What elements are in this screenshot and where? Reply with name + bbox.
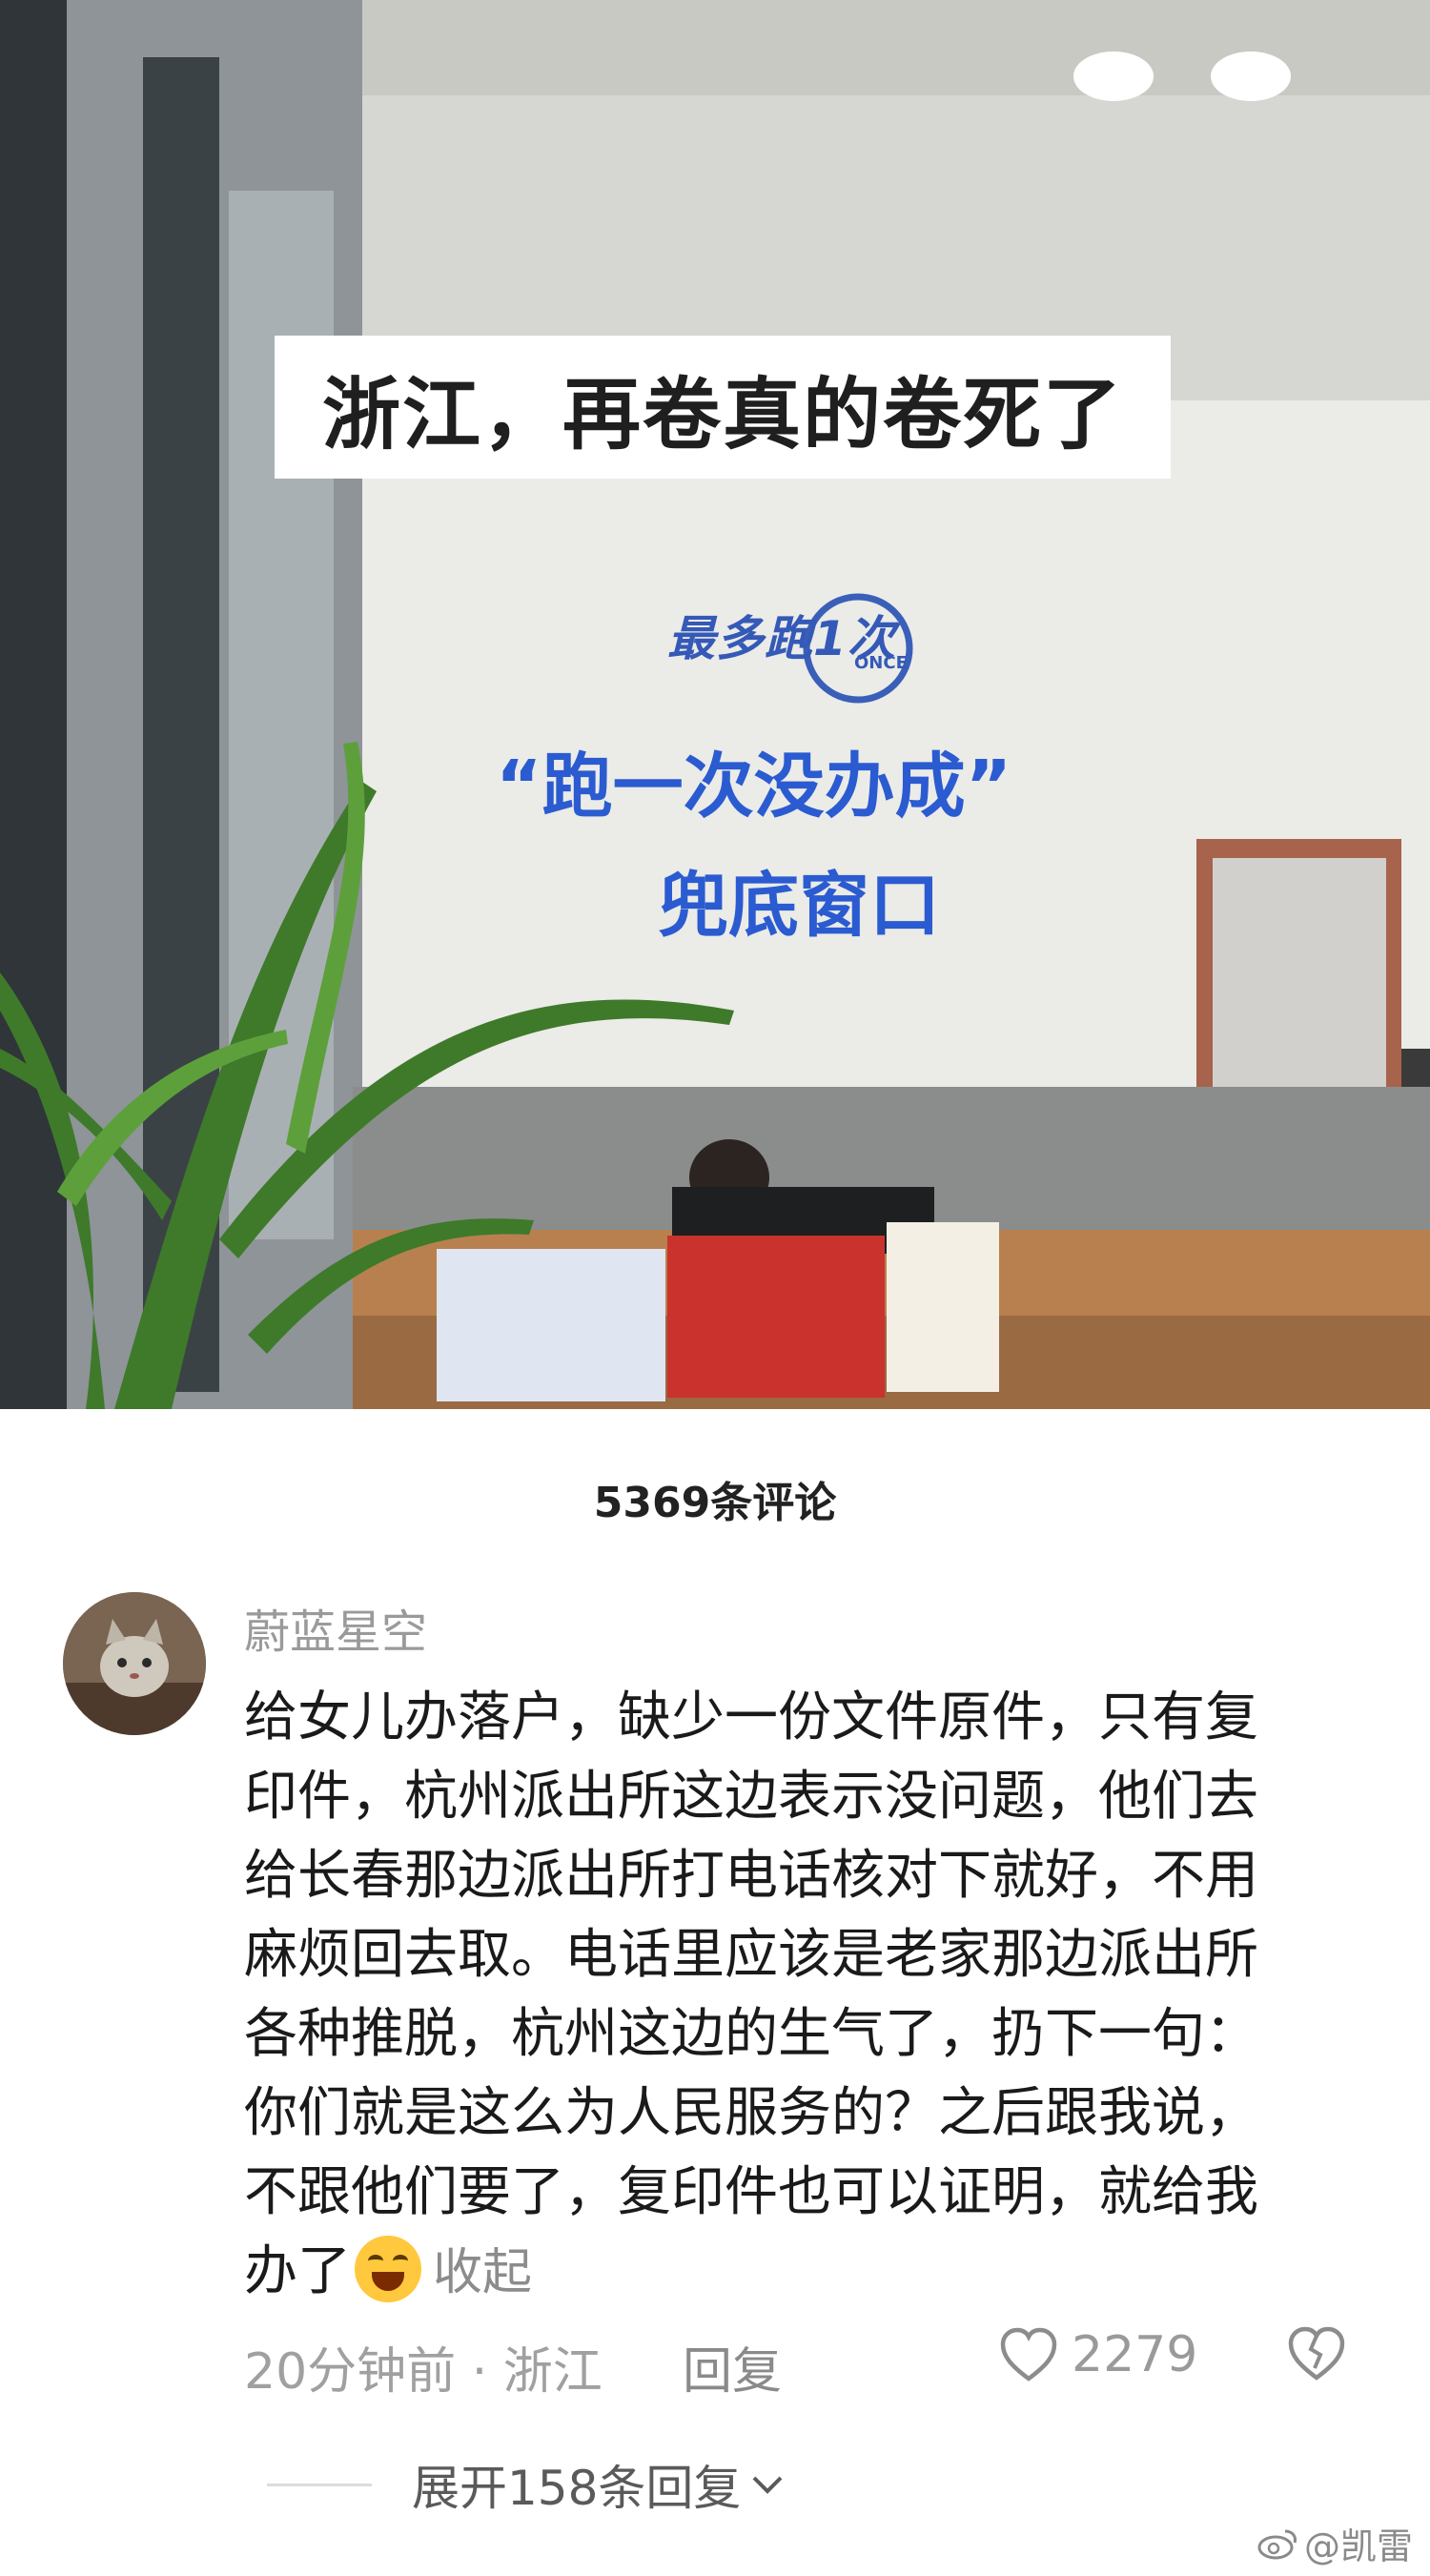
comment-meta: 20分钟前 · 浙江 xyxy=(244,2343,603,2401)
comment-line: 给女儿办落户，缺少一份文件原件，只有复 xyxy=(244,1687,1258,1748)
wall-sign-line2: 兜底窗口 xyxy=(658,865,940,947)
office-scene-image xyxy=(0,0,1430,1409)
comment-line: 办了 xyxy=(244,2240,351,2302)
post-photo: 浙江，再卷真的卷死了 最多跑1次 ONCE “跑一次没办成” 兜底窗口 xyxy=(0,0,1430,1409)
broken-heart-icon xyxy=(1288,2326,1345,2381)
like-count: 2279 xyxy=(1072,2326,1198,2383)
cat-avatar-icon xyxy=(63,1592,206,1735)
dislike-button[interactable] xyxy=(1287,2326,1346,2385)
post-caption-banner: 浙江，再卷真的卷死了 xyxy=(275,336,1171,479)
chevron-down-icon xyxy=(753,2476,783,2494)
sign-logo-once: ONCE xyxy=(854,653,908,673)
expand-replies-button[interactable]: 展开158条回复 xyxy=(267,2450,786,2519)
heart-icon xyxy=(1000,2327,1057,2382)
comment-line: 不跟他们要了，复印件也可以证明，就给我 xyxy=(244,2161,1258,2223)
comment-line: 印件，杭州派出所这边表示没问题，他们去 xyxy=(244,1766,1258,1828)
comment-line-last: 办了 收起 xyxy=(244,2232,1379,2313)
wall-sign-line1: “跑一次没办成” xyxy=(496,746,1012,828)
reply-button[interactable]: 回复 xyxy=(683,2331,782,2402)
comment-line: 你们就是这么为人民服务的？之后跟我说， xyxy=(244,2082,1258,2144)
watermark-text: @凯雷 xyxy=(1304,2525,1414,2567)
laughing-emoji-icon xyxy=(355,2236,421,2302)
comment-text: 给女儿办落户，缺少一份文件原件，只有复 印件，杭州派出所这边表示没问题，他们去 … xyxy=(244,1678,1379,2313)
divider xyxy=(267,2483,372,2486)
watermark: @凯雷 xyxy=(1256,2517,1413,2569)
like-button[interactable]: 2279 xyxy=(999,2326,1197,2383)
comment-count-header: 5369条评论 xyxy=(593,1479,837,1527)
avatar[interactable] xyxy=(63,1592,206,1735)
comment-line: 麻烦回去取。电话里应该是老家那边派出所 xyxy=(244,1924,1258,1986)
comment-line: 给长春那边派出所打电话核对下就好，不用 xyxy=(244,1845,1258,1907)
collapse-link[interactable]: 收起 xyxy=(433,2244,532,2301)
comment-line: 各种推脱，杭州这边的生气了，扔下一句： xyxy=(244,2003,1258,2065)
weibo-logo-icon xyxy=(1257,2529,1297,2559)
expand-replies-label: 展开158条回复 xyxy=(412,2461,742,2516)
comment-username[interactable]: 蔚蓝星空 xyxy=(244,1594,427,1661)
